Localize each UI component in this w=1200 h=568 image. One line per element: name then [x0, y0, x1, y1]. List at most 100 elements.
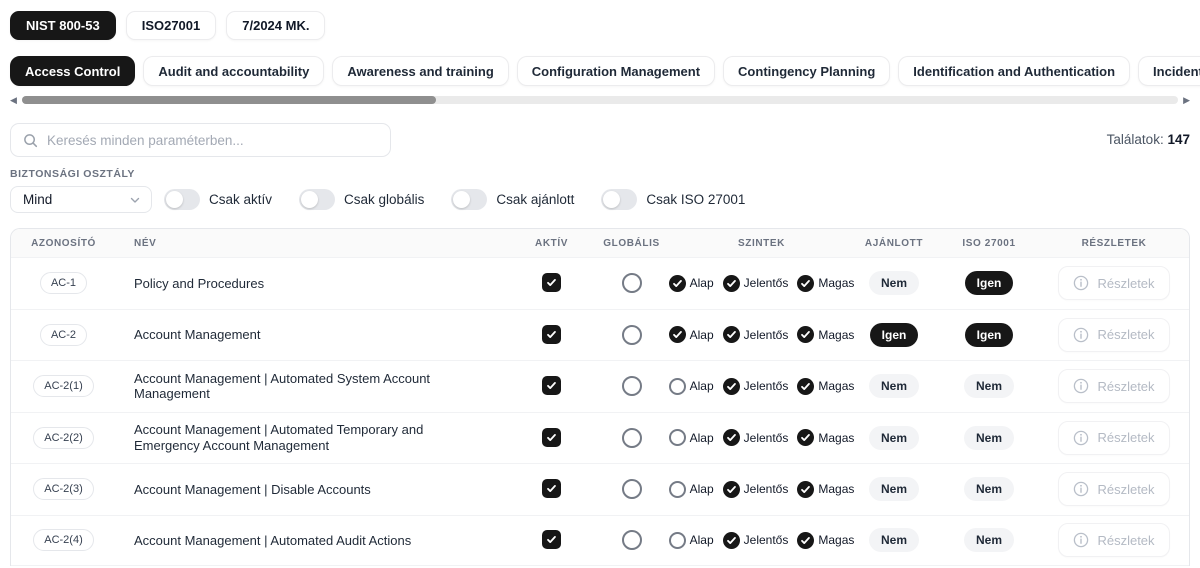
details-button[interactable]: Részletek [1058, 369, 1170, 404]
scroll-left-icon[interactable]: ◀ [10, 95, 17, 105]
level-alap: Alap [668, 377, 714, 395]
scrollbar-thumb[interactable] [21, 96, 436, 104]
toggle-label: Csak ajánlott [496, 192, 575, 207]
level-magas: Magas [797, 429, 854, 447]
active-checkbox[interactable] [542, 479, 561, 499]
table-row: AC-2(3) Account Management | Disable Acc… [11, 463, 1189, 515]
category-tab-contingency-planning[interactable]: Contingency Planning [723, 56, 891, 86]
info-icon [1074, 379, 1089, 394]
level-checkbox-alap[interactable] [668, 326, 686, 344]
toggle-switch-csak-iso-27001[interactable] [601, 189, 638, 210]
level-alap: Alap [668, 274, 714, 292]
active-checkbox[interactable] [542, 324, 561, 344]
details-button[interactable]: Részletek [1058, 266, 1170, 301]
level-checkbox-magas[interactable] [797, 531, 815, 549]
level-checkbox-alap[interactable] [668, 531, 686, 549]
iso27001-badge: Igen [964, 322, 1014, 347]
level-checkbox-jelentos[interactable] [722, 274, 740, 292]
category-tab-configuration-management[interactable]: Configuration Management [516, 56, 716, 86]
details-button[interactable]: Részletek [1058, 317, 1170, 352]
global-checkbox[interactable] [621, 324, 642, 345]
column-header-iso-27001: ISO 27001 [962, 237, 1016, 249]
levels-group: Alap Jelentős Magas [668, 429, 854, 447]
category-tab-incident-response[interactable]: Incident response [1138, 56, 1200, 86]
level-checkbox-magas[interactable] [797, 480, 815, 498]
search-icon [23, 133, 38, 148]
category-tab-access-control[interactable]: Access Control [10, 56, 136, 86]
dataset-tab-iso27001[interactable]: ISO27001 [125, 11, 217, 40]
level-checkbox-magas[interactable] [797, 429, 815, 447]
control-id-badge: AC-2(1) [33, 375, 94, 398]
toggle-csak-globalis: Csak globális [299, 189, 424, 210]
dataset-tab-nist-800-53[interactable]: NIST 800-53 [10, 11, 116, 40]
level-checkbox-alap[interactable] [668, 377, 686, 395]
iso27001-badge: Nem [963, 374, 1014, 399]
active-checkbox[interactable] [542, 427, 561, 447]
level-label: Alap [689, 276, 714, 291]
details-button-label: Részletek [1097, 378, 1155, 394]
toggle-label: Csak ISO 27001 [646, 192, 746, 207]
level-magas: Magas [797, 326, 854, 344]
global-checkbox[interactable] [621, 376, 642, 397]
level-label: Alap [689, 327, 714, 342]
category-tab-audit-and-accountability[interactable]: Audit and accountability [143, 56, 325, 86]
control-id-badge: AC-2(4) [33, 529, 94, 552]
active-checkbox[interactable] [542, 273, 561, 293]
details-button-label: Részletek [1097, 327, 1155, 343]
recommended-badge: Nem [868, 374, 919, 399]
level-jelentos: Jelentős [722, 326, 789, 344]
toggle-switch-csak-globalis[interactable] [299, 189, 336, 210]
levels-group: Alap Jelentős Magas [668, 274, 854, 292]
iso27001-badge: Nem [963, 425, 1014, 450]
controls-table: AZONOSÍTÓ NÉV AKTÍV GLOBÁLIS SZINTEK AJÁNLOTT… [10, 228, 1190, 566]
toggle-switch-csak-aktiv[interactable] [164, 189, 200, 210]
level-checkbox-jelentos[interactable] [722, 531, 740, 549]
level-checkbox-jelentos[interactable] [722, 429, 740, 447]
recommended-badge: Igen [869, 322, 919, 347]
table-row: AC-2(1) Account Management | Automated S… [11, 360, 1189, 412]
iso27001-badge: Nem [963, 477, 1014, 502]
details-button[interactable]: Részletek [1058, 472, 1170, 507]
level-checkbox-jelentos[interactable] [722, 480, 740, 498]
security-class-value: Mind [23, 192, 53, 207]
toggle-knob [301, 191, 319, 208]
info-icon [1074, 482, 1089, 497]
recommended-badge: Nem [868, 477, 919, 502]
level-label: Jelentős [743, 379, 789, 394]
level-checkbox-jelentos[interactable] [722, 377, 740, 395]
level-alap: Alap [668, 429, 714, 447]
search-input[interactable] [47, 132, 378, 148]
active-checkbox[interactable] [542, 376, 561, 396]
level-checkbox-alap[interactable] [668, 274, 686, 292]
level-checkbox-alap[interactable] [668, 429, 686, 447]
toggle-csak-aktiv: Csak aktív [164, 189, 272, 210]
column-header-nev: NÉV [134, 237, 157, 249]
active-checkbox[interactable] [542, 530, 561, 550]
control-name: Account Management | Automated System Ac… [134, 370, 431, 402]
category-tab-awareness-and-training[interactable]: Awareness and training [332, 56, 509, 86]
details-button[interactable]: Részletek [1058, 420, 1170, 455]
control-id-badge: AC-1 [39, 272, 88, 295]
global-checkbox[interactable] [621, 427, 642, 448]
global-checkbox[interactable] [621, 273, 642, 294]
level-checkbox-magas[interactable] [797, 274, 815, 292]
toggle-label: Csak globális [344, 192, 425, 207]
global-checkbox[interactable] [621, 479, 642, 500]
table-header: AZONOSÍTÓ NÉV AKTÍV GLOBÁLIS SZINTEK AJÁNLOTT… [11, 229, 1189, 257]
details-button[interactable]: Részletek [1058, 523, 1170, 558]
scroll-right-icon[interactable]: ▶ [1183, 95, 1190, 105]
level-checkbox-jelentos[interactable] [722, 326, 740, 344]
dataset-tab-7-2024-mk[interactable]: 7/2024 MK. [226, 11, 326, 40]
level-checkbox-alap[interactable] [668, 480, 686, 498]
level-checkbox-magas[interactable] [797, 326, 815, 344]
security-class-select[interactable]: Mind [10, 186, 152, 213]
control-name: Account Management [134, 327, 261, 343]
global-checkbox[interactable] [621, 530, 642, 551]
level-checkbox-magas[interactable] [797, 377, 815, 395]
scrollbar-track[interactable] [21, 96, 1179, 104]
toggle-switch-csak-ajanlott[interactable] [451, 189, 488, 210]
level-label: Jelentős [743, 327, 789, 342]
control-id-badge: AC-2(3) [33, 478, 94, 501]
control-name: Account Management | Automated Audit Act… [134, 532, 412, 548]
category-tab-identification-and-authentication[interactable]: Identification and Authentication [898, 56, 1131, 86]
